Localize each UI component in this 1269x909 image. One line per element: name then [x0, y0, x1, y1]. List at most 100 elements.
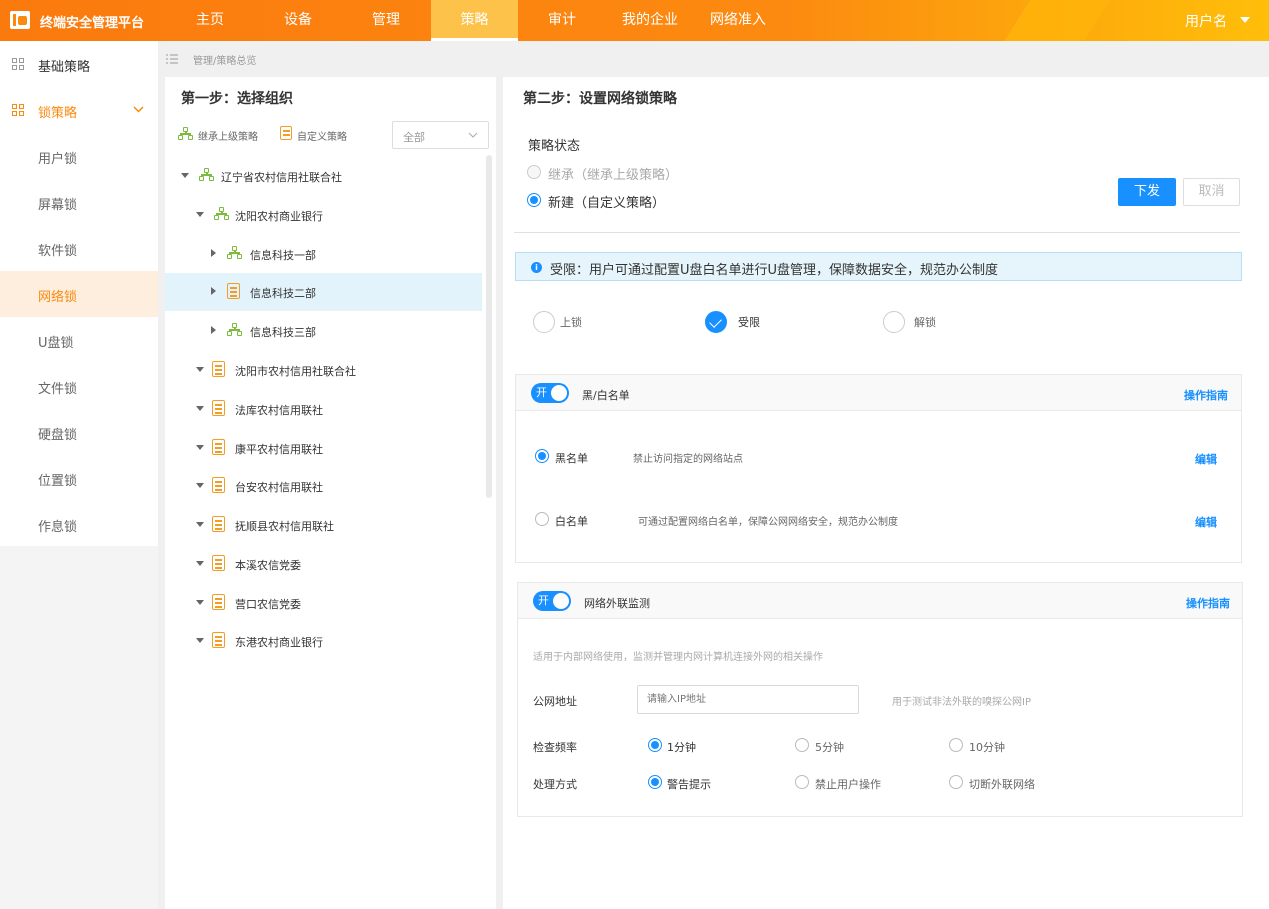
step2-title: 第二步：设置网络锁策略: [523, 91, 677, 107]
sidebar-item-schedule-lock[interactable]: 作息锁: [0, 501, 158, 547]
caret-right-icon[interactable]: [211, 326, 216, 334]
tree-node[interactable]: 营口农信党委: [165, 584, 482, 622]
caret-down-icon[interactable]: [196, 212, 204, 217]
filter-selected-value: 全部: [403, 131, 425, 144]
nav-management[interactable]: 管理: [343, 0, 429, 41]
caret-right-icon[interactable]: [211, 249, 216, 257]
org-tree-icon: [227, 323, 242, 337]
action-block-user-radio[interactable]: [795, 775, 809, 789]
sidebar-item-disk-lock[interactable]: 硬盘锁: [0, 409, 158, 455]
freq-1min-label: 1分钟: [667, 741, 696, 754]
tree-node[interactable]: 本溪农信党委: [165, 545, 482, 583]
tree-node[interactable]: 东港农村商业银行: [165, 622, 482, 660]
monitor-guide-link[interactable]: 操作指南: [1186, 595, 1230, 611]
mode-restricted-radio[interactable]: [705, 311, 727, 333]
sidebar-item-label: 屏幕锁: [38, 198, 78, 213]
sidebar-item-screen-lock[interactable]: 屏幕锁: [0, 179, 158, 225]
nav-policy[interactable]: 策略: [431, 0, 518, 41]
sidebar-item-basic-policy[interactable]: 基础策略: [0, 41, 158, 87]
caret-down-icon[interactable]: [196, 406, 204, 411]
tree-node[interactable]: 康平农村信用联社: [165, 429, 482, 467]
monitor-toggle[interactable]: 开: [533, 591, 571, 611]
whitelist-radio[interactable]: [535, 512, 549, 526]
document-icon: [227, 283, 240, 299]
freq-10min-radio[interactable]: [949, 738, 963, 752]
freq-5min-label: 5分钟: [815, 741, 844, 754]
tree-node[interactable]: 沈阳农村商业银行: [165, 196, 482, 234]
sidebar-item-location-lock[interactable]: 位置锁: [0, 455, 158, 501]
blacklist-edit-link[interactable]: 编辑: [1195, 451, 1217, 467]
tree-node-selected[interactable]: 信息科技二部: [165, 273, 482, 311]
caret-down-icon[interactable]: [196, 600, 204, 605]
sidebar-item-label: 基础策略: [38, 60, 91, 75]
tree-node[interactable]: 抚顺县农村信用联社: [165, 506, 482, 544]
tree-node[interactable]: 辽宁省农村信用社联合社: [165, 157, 482, 195]
caret-down-icon[interactable]: [196, 367, 204, 372]
caret-right-icon[interactable]: [211, 287, 216, 295]
inherit-radio[interactable]: [527, 165, 541, 179]
nav-audit[interactable]: 审计: [519, 0, 605, 41]
inherit-radio-label: 继承（继承上级策略）: [548, 168, 679, 183]
sidebar-item-label: 软件锁: [38, 244, 78, 259]
sidebar-item-label: 锁策略: [38, 106, 78, 121]
nav-my-enterprise[interactable]: 我的企业: [607, 0, 693, 41]
tree-node[interactable]: 沈阳市农村信用社联合社: [165, 351, 482, 389]
mode-restricted-label: 受限: [738, 316, 760, 329]
menu-icon[interactable]: [166, 54, 178, 64]
whitelist-edit-link[interactable]: 编辑: [1195, 514, 1217, 530]
caret-down-icon[interactable]: [1240, 17, 1250, 23]
freq-5min-radio[interactable]: [795, 738, 809, 752]
sidebar-item-user-lock[interactable]: 用户锁: [0, 133, 158, 179]
freq-1min-radio[interactable]: [648, 738, 662, 752]
mode-lock-radio[interactable]: [533, 311, 555, 333]
bw-guide-link[interactable]: 操作指南: [1184, 387, 1228, 403]
nav-network-access[interactable]: 网络准入: [695, 0, 781, 41]
sidebar-item-label: 网络锁: [38, 290, 78, 305]
new-policy-radio-label: 新建（自定义策略）: [548, 196, 666, 211]
public-ip-input[interactable]: [637, 685, 859, 714]
tree-node[interactable]: 法库农村信用联社: [165, 390, 482, 428]
sidebar-item-label: 硬盘锁: [38, 428, 78, 443]
nav-devices[interactable]: 设备: [255, 0, 341, 41]
tree-node-label: 信息科技一部: [250, 249, 316, 262]
caret-down-icon[interactable]: [196, 445, 204, 450]
document-icon: [212, 439, 225, 455]
blacklist-radio[interactable]: [535, 449, 549, 463]
new-policy-radio[interactable]: [527, 193, 541, 207]
logo-icon: [10, 11, 30, 29]
policy-status-label: 策略状态: [528, 139, 581, 154]
tree-node-label: 法库农村信用联社: [235, 404, 323, 417]
chevron-down-icon: [133, 106, 144, 113]
sidebar-item-label: U盘锁: [38, 336, 74, 351]
tree-node-label: 沈阳农村商业银行: [235, 210, 323, 223]
caret-down-icon[interactable]: [181, 173, 189, 178]
user-name[interactable]: 用户名: [1185, 11, 1227, 31]
tree-node[interactable]: 台安农村信用联社: [165, 467, 482, 505]
tree-node[interactable]: 信息科技一部: [165, 235, 482, 273]
info-banner: i 受限：用户可通过配置U盘白名单进行U盘管理，保障数据安全，规范办公制度: [515, 252, 1242, 281]
sidebar-item-file-lock[interactable]: 文件锁: [0, 363, 158, 409]
sidebar-item-network-lock[interactable]: 网络锁: [0, 271, 158, 317]
submit-button[interactable]: 下发: [1118, 178, 1176, 206]
sidebar-item-lock-policy[interactable]: 锁策略: [0, 87, 158, 133]
document-icon: [212, 555, 225, 571]
sidebar-item-usb-lock[interactable]: U盘锁: [0, 317, 158, 363]
action-cut-network-radio[interactable]: [949, 775, 963, 789]
tree-scrollbar[interactable]: [486, 155, 492, 498]
mode-unlock-radio[interactable]: [883, 311, 905, 333]
sidebar-item-label: 文件锁: [38, 382, 78, 397]
blacklist-desc: 禁止访问指定的网络站点: [633, 454, 743, 465]
nav-home[interactable]: 主页: [167, 0, 253, 41]
blacklist-toggle[interactable]: 开: [531, 383, 569, 403]
sidebar-item-software-lock[interactable]: 软件锁: [0, 225, 158, 271]
blacklist-card-title: 黑/白名单: [582, 389, 630, 402]
org-filter-select[interactable]: 全部: [392, 121, 489, 149]
tree-node[interactable]: 信息科技三部: [165, 312, 482, 350]
caret-down-icon[interactable]: [196, 561, 204, 566]
caret-down-icon[interactable]: [196, 522, 204, 527]
cancel-button[interactable]: 取消: [1183, 178, 1240, 206]
caret-down-icon[interactable]: [196, 638, 204, 643]
caret-down-icon[interactable]: [196, 483, 204, 488]
action-warn-radio[interactable]: [648, 775, 662, 789]
breadcrumb-text[interactable]: 管理/策略总览: [193, 52, 256, 67]
